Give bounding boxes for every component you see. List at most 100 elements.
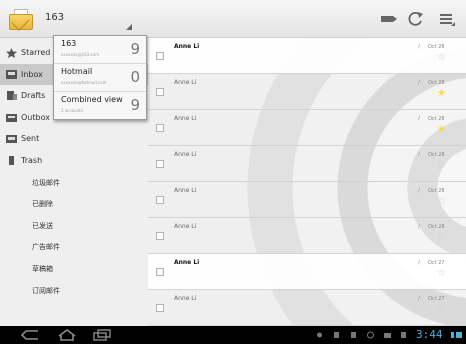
message-row[interactable]: Anne Li ∕ Oct 28 ☆ <box>148 182 466 218</box>
system-bar: 3:44 <box>0 326 466 344</box>
compose-icon[interactable] <box>378 9 398 29</box>
sent-icon <box>6 134 17 144</box>
folder-label: Trash <box>21 156 43 165</box>
star-icon <box>6 48 17 58</box>
account-menu-address: 2 accounts <box>61 108 83 113</box>
account-menu-name: 163 <box>61 39 77 48</box>
message-sender: Anne Li <box>174 79 197 86</box>
message-checkbox[interactable] <box>156 160 164 168</box>
folder-item[interactable]: Sent <box>0 128 148 149</box>
email-app-icon[interactable] <box>7 7 35 31</box>
message-checkbox[interactable] <box>156 88 164 96</box>
message-checkbox[interactable] <box>156 52 164 60</box>
sd-card-icon[interactable] <box>350 331 357 339</box>
message-date: Oct 28 <box>428 224 445 230</box>
refresh-icon[interactable] <box>406 9 426 29</box>
message-row[interactable]: Anne Li ∕ Oct 28 ★ <box>148 110 466 146</box>
folder-label: 广告邮件 <box>32 243 60 252</box>
folder-item[interactable]: 草稿箱 <box>0 258 148 279</box>
battery-wifi-icon[interactable] <box>451 331 463 339</box>
account-selector-label[interactable]: 163 <box>45 12 64 23</box>
account-menu-item[interactable]: Hotmail xxxxxxx@hotmail.com 0 <box>54 64 146 92</box>
account-unread-count: 9 <box>130 40 140 58</box>
star-toggle-icon[interactable]: ☆ <box>437 233 446 243</box>
message-date: Oct 28 <box>428 80 445 86</box>
account-dropdown: 163 xxxxxxx@163.com 9 Hotmail xxxxxxx@hotmai… <box>53 35 147 120</box>
folder-label: Starred <box>21 48 51 57</box>
folder-item[interactable]: 已发送 <box>0 215 148 236</box>
folder-label: Outbox <box>21 112 50 122</box>
folder-item[interactable]: 已删除 <box>0 193 148 214</box>
outbox-icon <box>6 113 17 122</box>
back-icon[interactable] <box>20 329 42 341</box>
download-icon[interactable] <box>367 331 374 339</box>
star-toggle-icon[interactable]: ☆ <box>437 161 446 171</box>
message-sender: Anne Li <box>174 43 200 50</box>
star-toggle-icon[interactable]: ☆ <box>437 269 446 279</box>
account-menu-name: Combined view <box>61 95 123 104</box>
folder-item[interactable]: Trash <box>0 150 148 171</box>
folder-label: 已删除 <box>32 200 53 209</box>
message-checkbox[interactable] <box>156 196 164 204</box>
attachment-icon: ∕ <box>418 259 421 266</box>
message-row[interactable]: Anne Li ∕ Oct 28 ☆ <box>148 218 466 254</box>
notification-icon[interactable] <box>316 331 323 339</box>
message-row[interactable]: Anne Li ∕ Oct 28 ★ <box>148 74 466 110</box>
message-date: Oct 28 <box>428 152 445 158</box>
message-sender: Anne Li <box>174 187 197 194</box>
account-menu-item[interactable]: 163 xxxxxxx@163.com 9 <box>54 36 146 64</box>
folder-label: 已发送 <box>32 221 53 230</box>
email-app: 163 Starred Inbox Drafts Outbox Sent Trash 垃圾邮… <box>0 0 466 344</box>
account-unread-count: 0 <box>130 68 140 86</box>
message-date: Oct 28 <box>428 44 445 50</box>
inbox-icon <box>6 69 17 79</box>
message-checkbox[interactable] <box>156 124 164 132</box>
action-bar: 163 <box>0 0 466 38</box>
message-row[interactable]: Anne Li ∕ Oct 27 ☆ <box>148 254 466 290</box>
message-sender: Anne Li <box>174 115 197 122</box>
attachment-icon: ∕ <box>418 115 421 122</box>
message-sender: Anne Li <box>174 151 197 158</box>
email-notification-icon[interactable] <box>384 331 391 339</box>
recent-apps-icon[interactable] <box>92 329 112 341</box>
folder-label: Sent <box>21 134 40 144</box>
star-toggle-icon[interactable]: ☆ <box>437 305 446 315</box>
message-date: Oct 27 <box>428 296 445 302</box>
star-toggle-icon[interactable]: ★ <box>437 89 446 99</box>
folder-label: 订阅邮件 <box>32 286 60 295</box>
message-row[interactable]: Anne Li ∕ Oct 27 ☆ <box>148 290 466 326</box>
status-clock[interactable]: 3:44 <box>416 328 443 341</box>
message-list: Anne Li ∕ Oct 28 ☆ Anne Li ∕ Oct 28 ★ Anne Li ∕ Oc… <box>148 38 466 326</box>
message-date: Oct 28 <box>428 188 445 194</box>
folder-item[interactable]: 订阅邮件 <box>0 280 148 301</box>
message-row[interactable]: Anne Li ∕ Oct 28 ☆ <box>148 146 466 182</box>
home-icon[interactable] <box>57 329 77 341</box>
message-checkbox[interactable] <box>156 268 164 276</box>
usb-icon[interactable] <box>333 331 340 339</box>
trash-icon <box>6 156 17 165</box>
account-dropdown-caret-icon[interactable] <box>126 24 132 30</box>
attachment-icon: ∕ <box>418 151 421 158</box>
message-row[interactable]: Anne Li ∕ Oct 28 ☆ <box>148 38 466 74</box>
folder-item[interactable]: 广告邮件 <box>0 236 148 257</box>
screenshot-icon[interactable] <box>400 331 407 339</box>
star-toggle-icon[interactable]: ☆ <box>437 53 446 63</box>
attachment-icon: ∕ <box>418 295 421 302</box>
account-menu-item[interactable]: Combined view 2 accounts 9 <box>54 92 146 120</box>
folder-label: 垃圾邮件 <box>32 178 60 187</box>
attachment-icon: ∕ <box>418 187 421 194</box>
attachment-icon: ∕ <box>418 223 421 230</box>
message-sender: Anne Li <box>174 259 200 266</box>
message-checkbox[interactable] <box>156 232 164 240</box>
account-menu-name: Hotmail <box>61 67 93 76</box>
folder-label: Inbox <box>21 69 43 79</box>
star-toggle-icon[interactable]: ☆ <box>437 197 446 207</box>
message-checkbox[interactable] <box>156 304 164 312</box>
folder-item[interactable]: 垃圾邮件 <box>0 172 148 193</box>
attachment-icon: ∕ <box>418 43 421 50</box>
draft-icon <box>6 91 17 101</box>
message-date: Oct 28 <box>428 116 445 122</box>
star-toggle-icon[interactable]: ★ <box>437 125 446 135</box>
overflow-menu-icon[interactable] <box>437 9 457 29</box>
folder-label: 草稿箱 <box>32 265 53 273</box>
